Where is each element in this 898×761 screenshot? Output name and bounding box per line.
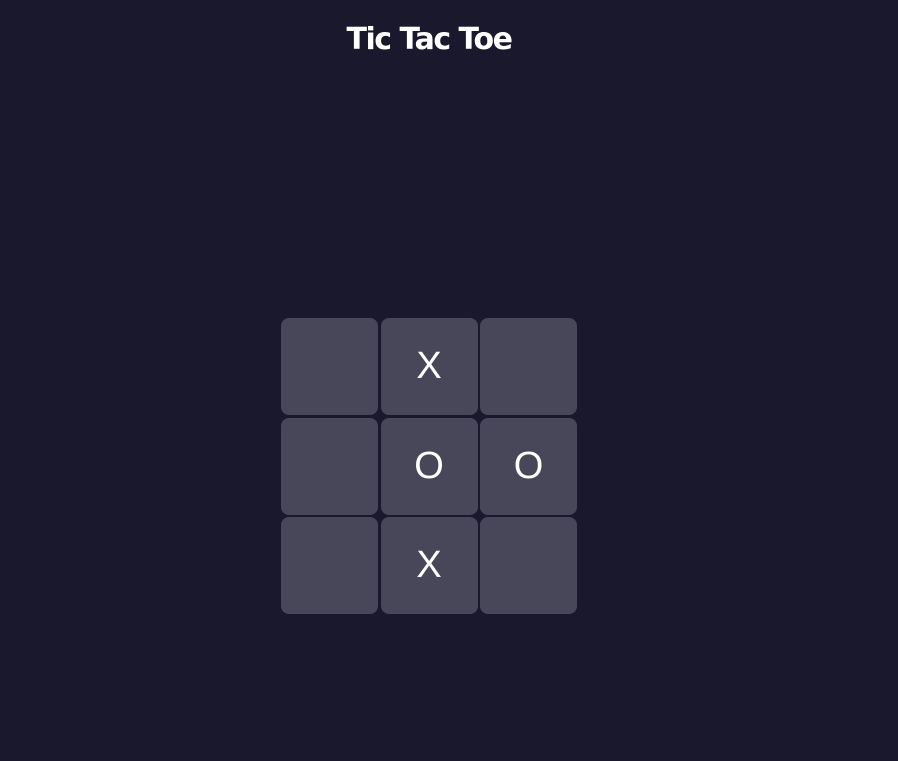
board-cell-1[interactable] (281, 318, 378, 415)
game-board: X O O X (281, 318, 577, 614)
board-cell-6[interactable]: O (480, 417, 577, 515)
board-cell-8[interactable]: X (380, 517, 478, 614)
page-title: Tic Tac Toe (346, 22, 513, 57)
board-cell-5[interactable]: O (380, 417, 478, 515)
board-cell-3[interactable] (480, 318, 577, 415)
board-cell-9[interactable] (480, 517, 577, 614)
board-cell-7[interactable] (281, 517, 378, 614)
board-cell-2[interactable]: X (380, 318, 478, 415)
board-cell-4[interactable] (281, 417, 378, 515)
